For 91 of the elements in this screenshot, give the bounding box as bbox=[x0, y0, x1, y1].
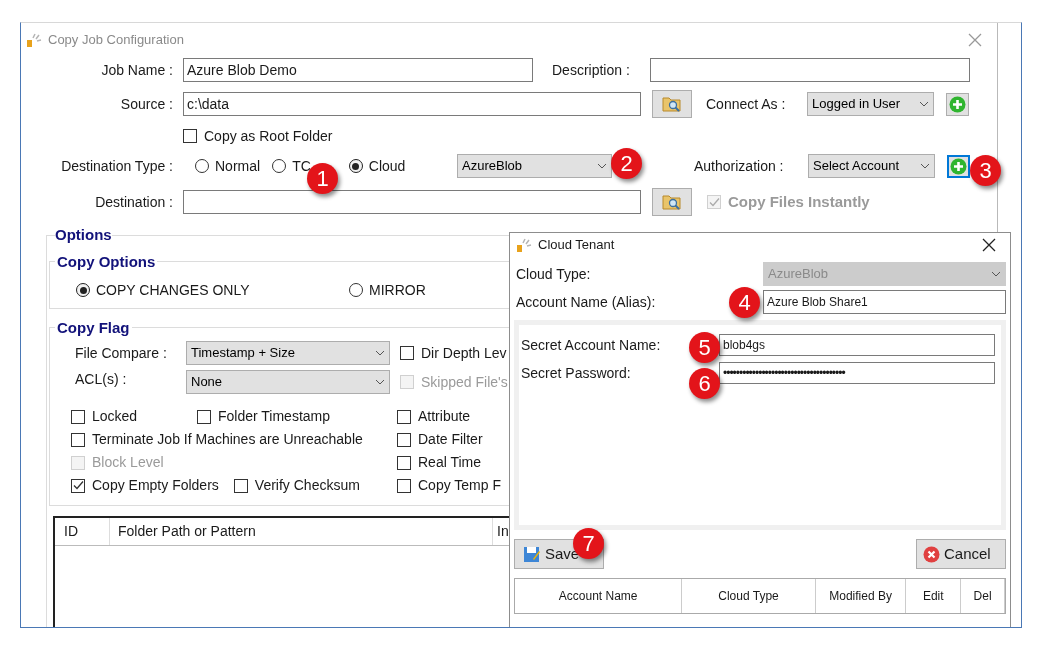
input-field[interactable]: blob4gs bbox=[719, 334, 995, 356]
checkbox[interactable] bbox=[397, 478, 411, 493]
field-label: Job Name : bbox=[100, 60, 173, 80]
checkbox[interactable] bbox=[400, 346, 414, 360]
browse-button[interactable] bbox=[652, 90, 692, 118]
checkbox[interactable] bbox=[183, 129, 197, 143]
radio-button[interactable] bbox=[76, 283, 90, 297]
checkbox-label[interactable]: Locked bbox=[92, 406, 138, 427]
checkbox-label[interactable]: Copy Empty Folders bbox=[92, 475, 219, 496]
column-header[interactable]: ID bbox=[55, 518, 110, 545]
field-label: ACL(s) : bbox=[75, 369, 128, 389]
close-icon[interactable] bbox=[982, 238, 996, 252]
folder-search-icon bbox=[662, 193, 682, 211]
chevron-icon bbox=[597, 163, 607, 169]
checkbox[interactable] bbox=[397, 432, 411, 447]
column-header[interactable]: In bbox=[493, 518, 509, 545]
field-label: Description : bbox=[552, 60, 631, 80]
column-header[interactable]: Edit bbox=[906, 579, 962, 613]
input-field[interactable]: Azure Blob Demo bbox=[183, 58, 533, 82]
add-button[interactable] bbox=[947, 154, 970, 178]
add-button[interactable] bbox=[946, 92, 969, 116]
column-header[interactable]: Modified By bbox=[815, 579, 907, 613]
chevron-icon bbox=[919, 101, 929, 107]
dropdown[interactable]: Timestamp + Size bbox=[186, 341, 390, 365]
input-field[interactable]: c:\data bbox=[183, 92, 641, 116]
checkbox-label[interactable]: Real Time bbox=[418, 452, 482, 473]
folder-search-icon bbox=[662, 95, 682, 113]
app-icon bbox=[26, 31, 42, 48]
checkbox-label[interactable]: Copy as Root Folder bbox=[204, 125, 333, 147]
cancel-icon bbox=[923, 545, 940, 563]
checkbox-label[interactable]: Verify Checksum bbox=[254, 475, 360, 496]
dialog-title: Cloud Tenant bbox=[538, 236, 616, 255]
field-label: Source : bbox=[119, 94, 173, 114]
group-title: Copy Flag bbox=[56, 317, 131, 338]
dropdown[interactable]: None bbox=[186, 370, 390, 394]
checkbox[interactable] bbox=[197, 409, 211, 424]
radio-button[interactable] bbox=[195, 159, 209, 173]
input-field[interactable] bbox=[650, 58, 970, 82]
dropdown[interactable]: AzureBlob bbox=[457, 154, 612, 178]
radio-button[interactable] bbox=[349, 283, 363, 297]
field-label: Authorization : bbox=[694, 156, 785, 176]
chevron-icon bbox=[375, 379, 385, 385]
checkbox-label[interactable]: Copy Temp F bbox=[418, 475, 501, 496]
checkbox-label[interactable]: Terminate Job If Machines are Unreachable bbox=[92, 429, 363, 450]
chevron-icon bbox=[920, 163, 930, 169]
plus-icon bbox=[949, 95, 966, 113]
column-header[interactable]: Cloud Type bbox=[682, 579, 816, 613]
radio-button[interactable] bbox=[272, 159, 287, 173]
input-field[interactable] bbox=[183, 190, 641, 214]
checkbox[interactable] bbox=[71, 432, 85, 447]
field-label: Destination Type : bbox=[61, 156, 173, 176]
cancel-button[interactable]: Cancel bbox=[916, 539, 1006, 569]
field-label: File Compare : bbox=[75, 343, 168, 363]
group-title: Copy Options bbox=[56, 251, 157, 272]
radio-button[interactable] bbox=[348, 159, 363, 173]
app-icon bbox=[516, 237, 532, 253]
chevron-icon bbox=[375, 350, 385, 356]
input-field[interactable]: Azure Blob Share1 bbox=[763, 290, 1006, 314]
column-header[interactable]: Folder Path or Pattern bbox=[110, 518, 493, 545]
checkbox[interactable] bbox=[71, 409, 85, 424]
radio-label[interactable]: Cloud bbox=[368, 155, 406, 177]
column-header[interactable]: Del bbox=[961, 579, 1005, 613]
field-label: Cloud Type: bbox=[515, 264, 592, 284]
check-icon bbox=[72, 480, 84, 491]
dropdown[interactable]: Select Account bbox=[808, 154, 935, 178]
field-label: Destination : bbox=[94, 192, 173, 212]
floppy-icon bbox=[523, 545, 541, 563]
checkbox[interactable] bbox=[71, 478, 85, 493]
checkbox[interactable] bbox=[397, 455, 411, 470]
checkbox-label[interactable]: Attribute bbox=[418, 406, 471, 427]
plus-icon bbox=[950, 157, 967, 175]
radio-label[interactable]: Normal bbox=[215, 155, 261, 177]
column-header[interactable]: Account Name bbox=[515, 579, 683, 613]
window-title: Copy Job Configuration bbox=[48, 30, 185, 49]
checkbox-label[interactable]: Dir Depth Lev bbox=[421, 342, 507, 364]
field-label: Account Name (Alias): bbox=[515, 292, 656, 312]
checkbox[interactable] bbox=[233, 478, 248, 493]
checkbox-label[interactable]: Folder Timestamp bbox=[218, 406, 331, 427]
radio-label[interactable]: MIRROR bbox=[369, 279, 426, 301]
checkbox[interactable] bbox=[397, 409, 411, 424]
browse-button[interactable] bbox=[652, 188, 692, 216]
group-title: Options bbox=[55, 225, 112, 245]
radio-label[interactable]: COPY CHANGES ONLY bbox=[96, 279, 250, 301]
field-label: Secret Account Name: bbox=[521, 335, 661, 355]
password-field[interactable]: •••••••••••••••••••••••••••••••••••••• bbox=[719, 362, 995, 384]
field-label: Connect As : bbox=[706, 94, 787, 114]
chevron-icon bbox=[991, 271, 1001, 277]
field-label: Secret Password: bbox=[521, 363, 631, 383]
dropdown[interactable]: Logged in User bbox=[807, 92, 934, 116]
check-icon bbox=[708, 196, 720, 208]
checkbox-label[interactable]: Date Filter bbox=[418, 429, 483, 450]
